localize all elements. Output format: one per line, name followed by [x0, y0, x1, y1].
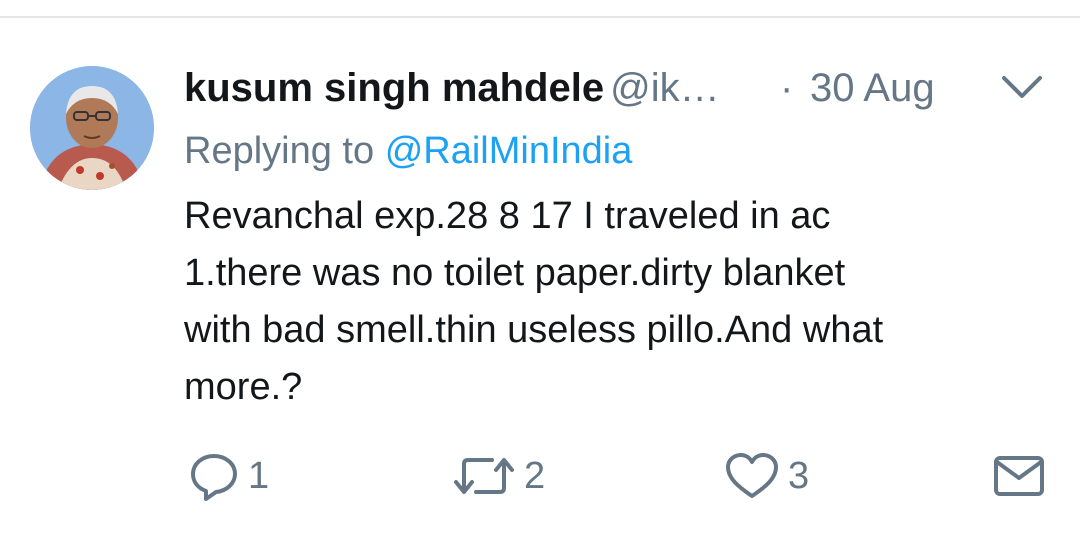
tweet-text-line: more.?: [184, 366, 303, 408]
tweet-text: Revanchal exp.28 8 17 I traveled in ac 1…: [184, 188, 1044, 416]
top-divider: [0, 0, 1080, 18]
reply-handle-link[interactable]: @RailMinIndia: [385, 130, 633, 172]
reply-count: 1: [248, 455, 270, 497]
handle[interactable]: @ik…: [610, 66, 720, 110]
like-count: 3: [788, 455, 810, 497]
retweet-icon: [452, 450, 516, 502]
reply-button[interactable]: 1: [188, 448, 269, 504]
like-button[interactable]: 3: [724, 448, 809, 504]
reply-prefix: Replying to: [184, 130, 375, 172]
retweet-count: 2: [524, 455, 546, 497]
avatar[interactable]: [30, 66, 154, 190]
tweet-text-line: with bad smell.thin useless pillo.And wh…: [184, 309, 884, 351]
tweet-header: kusum singh mahdele @ik… · 30 Aug: [184, 60, 1024, 116]
action-bar: 1 2 3: [0, 448, 1080, 504]
message-button[interactable]: [992, 448, 1046, 504]
chevron-down-icon[interactable]: [1000, 70, 1044, 106]
retweet-button[interactable]: 2: [452, 448, 545, 504]
tweet-date[interactable]: 30 Aug: [810, 60, 935, 116]
tweet-text-line: 1.there was no toilet paper.dirty blanke…: [184, 252, 846, 294]
display-name[interactable]: kusum singh mahdele: [184, 66, 604, 110]
separator: ·: [780, 66, 794, 110]
like-icon: [724, 450, 780, 502]
tweet-text-line: Revanchal exp.28 8 17 I traveled in ac: [184, 195, 831, 237]
reply-icon: [188, 450, 240, 502]
replying-to: Replying to @RailMinIndia: [184, 124, 632, 178]
message-icon: [992, 452, 1046, 500]
